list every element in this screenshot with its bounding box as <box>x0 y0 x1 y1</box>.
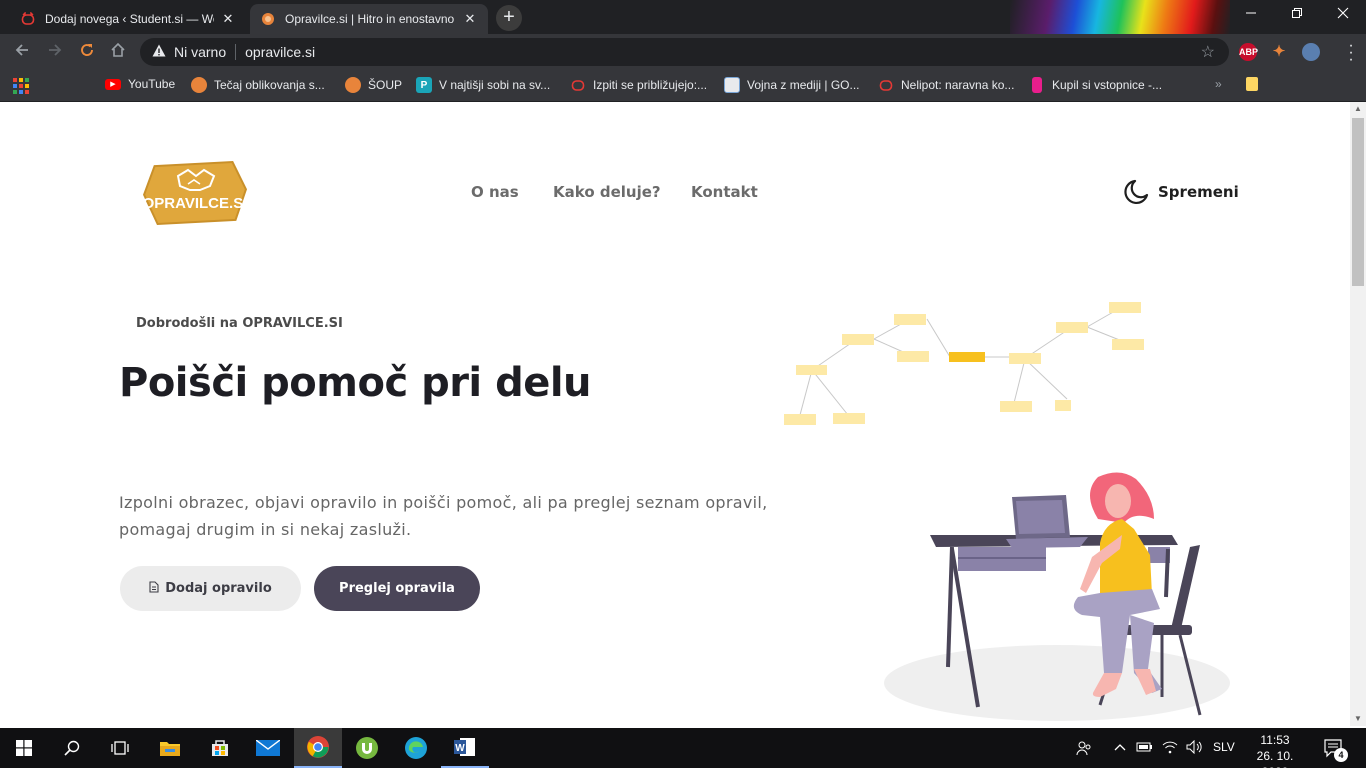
bookmark-label: Kupil si vstopnice -... <box>1052 78 1163 92</box>
bookmark-nelipot[interactable]: Nelipot: naravna ko... <box>878 77 1014 93</box>
bookmark-vojna[interactable]: Vojna z mediji | GO... <box>724 77 860 93</box>
warning-icon <box>152 44 166 60</box>
p-icon: P <box>416 77 432 93</box>
bookmark-label: Tečaj oblikovanja s... <box>214 78 325 92</box>
browser-titlebar: Dodaj novega ‹ Student.si — Wo ✕ Opravil… <box>0 0 1366 34</box>
profile-avatar-icon[interactable] <box>1302 43 1320 61</box>
web-page: OPRAVILCE.SI O nas Kako deluje? Kontakt … <box>0 102 1350 726</box>
bookmark-label: YouTube <box>128 77 176 91</box>
apps-grid-icon[interactable] <box>13 78 29 94</box>
restore-icon[interactable] <box>1274 6 1320 22</box>
bookmark-tecaj[interactable]: Tečaj oblikovanja s... <box>191 77 325 93</box>
moon-icon <box>1124 179 1149 204</box>
people-icon[interactable] <box>1076 740 1092 759</box>
student-icon <box>878 77 894 93</box>
reload-icon[interactable] <box>77 42 97 62</box>
tab-title: Dodaj novega ‹ Student.si — Wo <box>45 12 214 26</box>
word-icon[interactable]: W <box>441 728 489 768</box>
scroll-down-icon[interactable]: ▼ <box>1352 714 1364 723</box>
clock-time: 11:53 <box>1260 733 1290 747</box>
document-icon <box>149 581 159 596</box>
edge-icon[interactable] <box>392 728 440 768</box>
browse-tasks-button[interactable]: Preglej opravila <box>314 566 480 611</box>
close-window-icon[interactable] <box>1320 6 1366 22</box>
url-text[interactable]: opravilce.si <box>245 44 315 60</box>
notification-count-badge: 4 <box>1334 748 1348 762</box>
svg-text:W: W <box>455 743 465 754</box>
theme-background <box>1010 0 1230 34</box>
bookmark-vstopnice[interactable]: Kupil si vstopnice -... <box>1032 77 1162 93</box>
bookmark-soup[interactable]: ŠOUP <box>345 77 402 93</box>
nav-kako-deluje[interactable]: Kako deluje? <box>553 183 661 201</box>
bookmarks-bar: ▶ YouTube Tečaj oblikovanja s... ŠOUP P … <box>0 70 1366 102</box>
adblock-plus-icon[interactable]: ABP <box>1239 43 1258 61</box>
ticket-icon <box>1032 77 1042 93</box>
document-icon <box>724 77 740 93</box>
close-tab-icon[interactable]: ✕ <box>220 11 236 27</box>
input-language[interactable]: SLV <box>1213 740 1235 754</box>
bookmark-label: V najtišji sobi na sv... <box>439 78 551 92</box>
svg-text:OPRAVILCE.SI: OPRAVILCE.SI <box>143 195 248 212</box>
mail-icon[interactable] <box>244 728 292 768</box>
utorrent-icon[interactable] <box>343 728 391 768</box>
divider <box>235 44 237 60</box>
opravilce-icon <box>260 11 276 27</box>
globe-icon <box>345 77 361 93</box>
windows-start-icon[interactable] <box>0 728 48 768</box>
bookmarks-overflow[interactable]: » <box>1215 77 1222 91</box>
chevron-up-icon[interactable] <box>1113 740 1127 757</box>
wifi-icon[interactable] <box>1162 740 1178 757</box>
close-tab-icon[interactable]: ✕ <box>462 11 478 27</box>
student-si-icon <box>20 11 36 27</box>
extensions-puzzle-icon[interactable]: ✦ <box>1270 43 1288 61</box>
bookmark-label: Nelipot: naravna ko... <box>901 78 1015 92</box>
nav-kontakt[interactable]: Kontakt <box>691 183 758 201</box>
nav-o-nas[interactable]: O nas <box>471 183 519 201</box>
bookmark-najtisji[interactable]: P V najtišji sobi na sv... <box>416 77 550 93</box>
page-title: Poišči pomoč pri delu <box>119 360 592 406</box>
search-icon[interactable] <box>48 728 96 768</box>
store-icon[interactable] <box>196 728 244 768</box>
tab-title: Opravilce.si | Hitro in enostavno i <box>285 12 456 26</box>
battery-icon[interactable] <box>1136 740 1154 757</box>
add-task-label: Dodaj opravilo <box>165 581 272 596</box>
home-icon[interactable] <box>108 42 128 62</box>
browser-toolbar: Ni varno opravilce.si ☆ ABP ✦ · · · <box>0 34 1366 70</box>
forward-icon[interactable] <box>45 42 65 62</box>
welcome-text: Dobrodošli na OPRAVILCE.SI <box>136 316 343 331</box>
scrollbar-thumb[interactable] <box>1352 118 1364 286</box>
scroll-up-icon[interactable]: ▲ <box>1352 104 1364 113</box>
tab-opravilce[interactable]: Opravilce.si | Hitro in enostavno i ✕ <box>250 4 488 34</box>
theme-toggle-label: Spremeni <box>1158 183 1239 201</box>
theme-toggle[interactable]: Spremeni <box>1122 178 1239 206</box>
tab-student-si[interactable]: Dodaj novega ‹ Student.si — Wo ✕ <box>10 4 246 34</box>
minimize-icon[interactable] <box>1228 6 1274 22</box>
add-task-button[interactable]: Dodaj opravilo <box>120 566 301 611</box>
new-tab-button[interactable]: + <box>496 5 522 31</box>
volume-icon[interactable] <box>1186 739 1204 757</box>
bookmark-label: ŠOUP <box>368 78 403 92</box>
student-icon <box>570 77 586 93</box>
bookmark-youtube[interactable]: ▶ YouTube <box>105 77 175 91</box>
browser-menu-icon[interactable]: · · · <box>1346 38 1356 68</box>
bookmark-star-icon[interactable]: ☆ <box>1201 42 1215 62</box>
site-logo[interactable]: OPRAVILCE.SI <box>142 156 248 233</box>
file-explorer-icon[interactable] <box>146 728 194 768</box>
chrome-taskbar-icon[interactable] <box>294 728 342 768</box>
other-bookmarks-folder-icon[interactable] <box>1246 77 1265 91</box>
back-icon[interactable] <box>12 42 32 62</box>
address-bar[interactable]: Ni varno opravilce.si ☆ <box>140 38 1229 66</box>
youtube-icon: ▶ <box>105 78 121 90</box>
security-label[interactable]: Ni varno <box>174 44 226 60</box>
bookmark-label: Vojna z mediji | GO... <box>747 78 860 92</box>
windows-taskbar: W SLV 11:53 26. 10. 2020 4 <box>0 728 1366 779</box>
globe-icon <box>191 77 207 93</box>
system-clock[interactable]: 11:53 26. 10. 2020 <box>1244 732 1306 780</box>
bookmark-izpiti[interactable]: Izpiti se približujejo:... <box>570 77 707 93</box>
hero-illustration <box>784 302 1230 721</box>
bookmark-label: Izpiti se približujejo:... <box>593 78 708 92</box>
lead-text: Izpolni obrazec, objavi opravilo in poiš… <box>119 493 768 539</box>
task-view-icon[interactable] <box>96 728 144 768</box>
clock-date: 26. 10. 2020 <box>1256 749 1294 779</box>
